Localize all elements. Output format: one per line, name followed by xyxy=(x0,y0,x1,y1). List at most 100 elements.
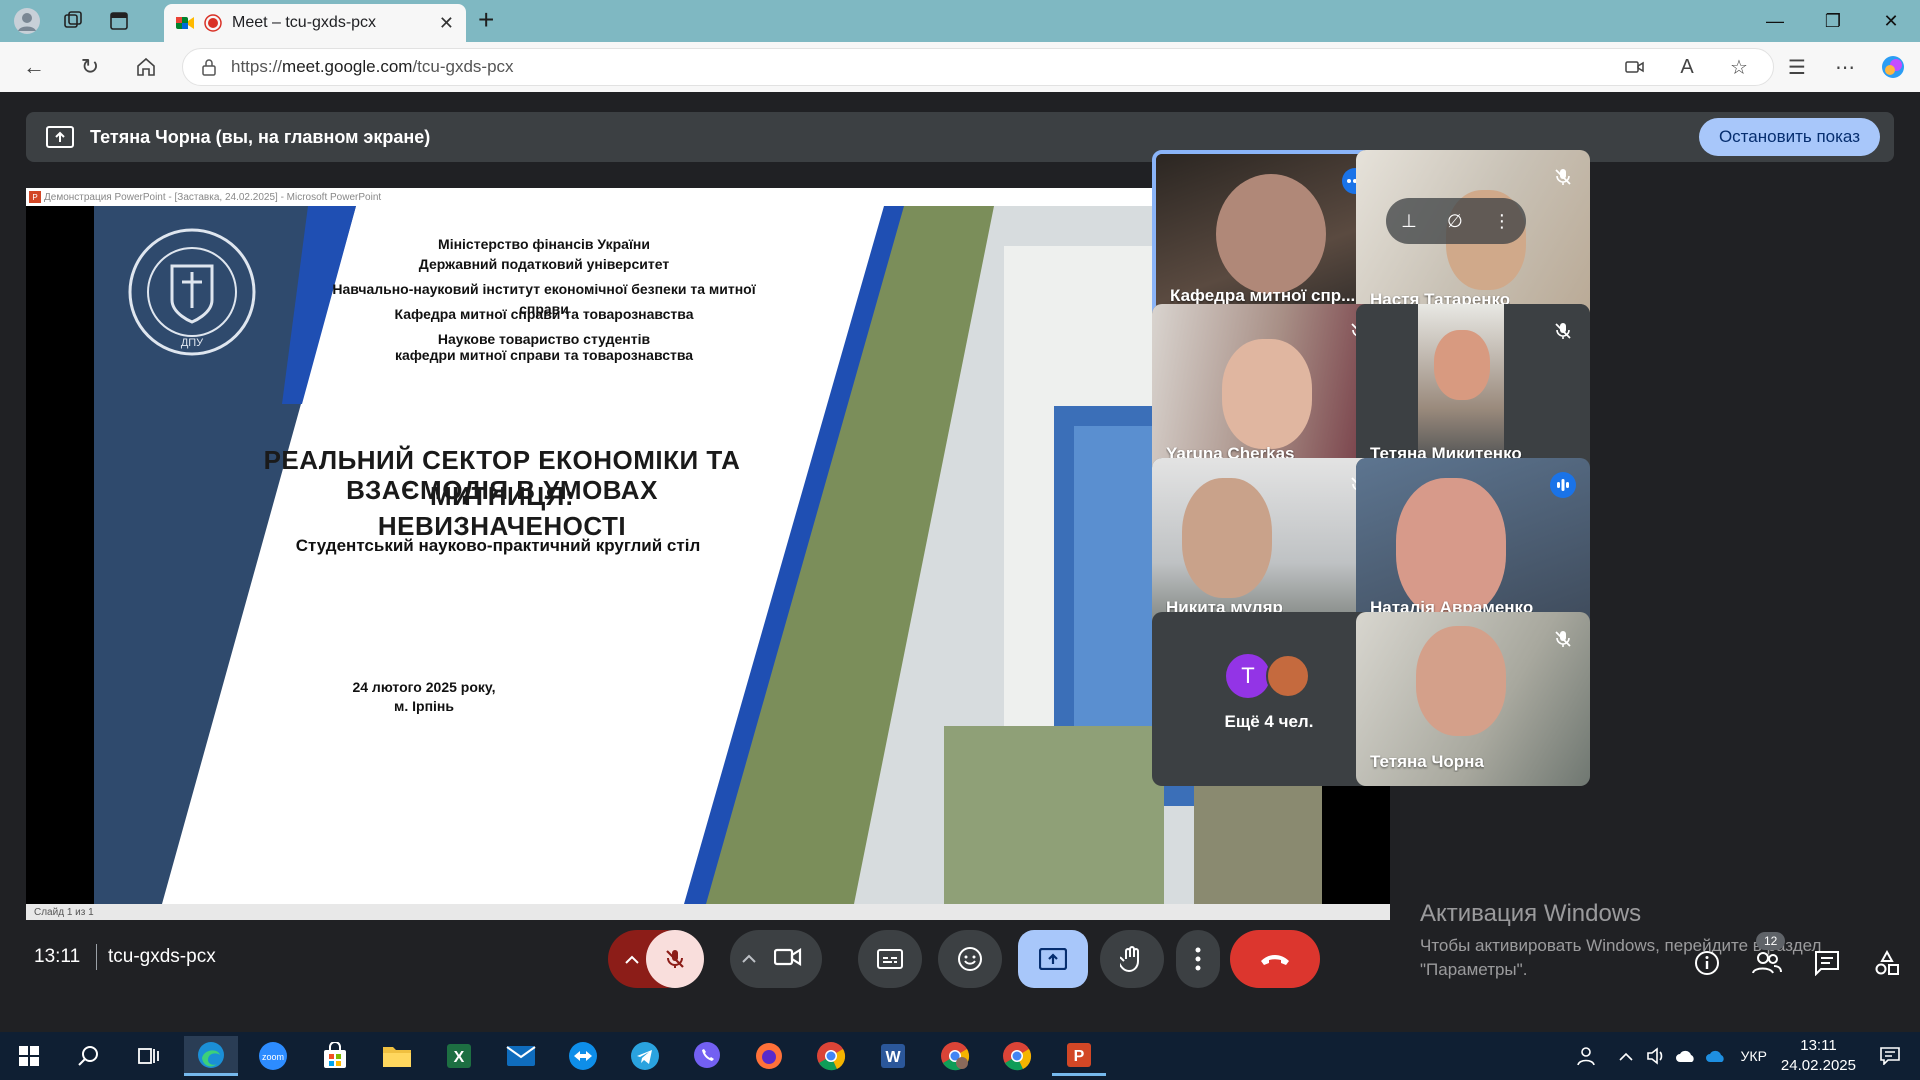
favorites-icon[interactable]: ☰ xyxy=(1776,46,1818,88)
reactions-button[interactable] xyxy=(938,930,1002,988)
windows-taskbar: zoom X W P УКР 13:11 24.02.2025 xyxy=(0,1032,1920,1080)
close-tab-icon[interactable]: ✕ xyxy=(439,13,454,34)
video-options-chevron-icon[interactable] xyxy=(742,950,756,968)
recording-icon xyxy=(204,14,222,32)
captions-icon xyxy=(877,949,903,969)
active-tab[interactable]: Meet – tcu-gxds-pcx ✕ xyxy=(164,4,466,42)
slide-city: м. Ірпінь xyxy=(394,698,454,714)
store-taskbar-icon[interactable] xyxy=(308,1036,362,1076)
profile-icon[interactable] xyxy=(8,2,46,40)
mic-off-icon xyxy=(1550,318,1576,344)
speaking-indicator-icon xyxy=(1550,472,1576,498)
leave-call-button[interactable] xyxy=(1230,930,1320,988)
lock-icon[interactable] xyxy=(201,58,217,76)
participant-tile[interactable]: Тетяна Микитенко xyxy=(1356,304,1590,478)
onedrive-blue-icon[interactable] xyxy=(1701,1049,1731,1063)
emoji-icon xyxy=(958,947,982,971)
more-participants-tile[interactable]: T Ещё 4 чел. xyxy=(1152,612,1386,786)
close-window-icon[interactable]: ✕ xyxy=(1862,0,1920,42)
hand-icon xyxy=(1120,946,1139,973)
powerpoint-taskbar-icon[interactable]: P xyxy=(1052,1036,1106,1076)
camera-toggle-button[interactable] xyxy=(773,947,802,972)
notifications-icon[interactable] xyxy=(1870,1047,1910,1065)
chrome-taskbar-icon[interactable] xyxy=(804,1036,858,1076)
windows-start-icon[interactable] xyxy=(2,1036,56,1076)
search-icon[interactable] xyxy=(62,1036,116,1076)
meeting-details-icon[interactable] xyxy=(1690,946,1724,980)
url-text: https://meet.google.com/tcu-gxds-pcx xyxy=(231,57,514,76)
chrome-profile-taskbar-icon[interactable] xyxy=(928,1036,982,1076)
favorite-star-icon[interactable]: ☆ xyxy=(1718,46,1760,88)
copilot-icon[interactable] xyxy=(1872,46,1914,88)
participant-tile[interactable]: Наталія Авраменко xyxy=(1356,458,1590,632)
tab-title: Meet – tcu-gxds-pcx xyxy=(232,14,377,31)
mic-control-group xyxy=(608,930,704,988)
hang-up-icon xyxy=(1261,955,1289,965)
meet-area: Тетяна Чорна (вы, на главном экране) Ост… xyxy=(6,94,1914,1026)
mail-taskbar-icon[interactable] xyxy=(494,1036,548,1076)
avatar: T xyxy=(1226,654,1270,698)
mic-off-icon xyxy=(666,950,684,968)
tab-actions-icon[interactable] xyxy=(100,2,138,40)
slide-date: 24 лютого 2025 року, xyxy=(352,679,496,695)
pin-icon[interactable]: ⊥ xyxy=(1401,211,1417,232)
file-explorer-taskbar-icon[interactable] xyxy=(370,1036,424,1076)
clock-date: 24.02.2025 xyxy=(1780,1057,1856,1074)
reload-icon[interactable]: ↻ xyxy=(68,45,112,89)
svg-text:P: P xyxy=(1074,1048,1085,1065)
present-screen-button[interactable] xyxy=(1018,930,1088,988)
camera-in-use-icon[interactable] xyxy=(1614,46,1656,88)
restore-icon[interactable]: ❐ xyxy=(1804,0,1862,42)
back-icon[interactable]: ← xyxy=(12,45,56,89)
show-hidden-icons-chevron-icon[interactable] xyxy=(1611,1052,1641,1061)
workspaces-icon[interactable] xyxy=(54,2,92,40)
tile-more-icon[interactable]: ⋮ xyxy=(1493,211,1511,232)
more-menu-icon[interactable]: ⋯ xyxy=(1824,46,1866,88)
participant-tile[interactable]: Кафедра митної спр... xyxy=(1152,150,1386,324)
captions-button[interactable] xyxy=(858,930,922,988)
new-tab-button[interactable]: + xyxy=(478,4,494,36)
present-screen-icon xyxy=(46,126,74,148)
telegram-taskbar-icon[interactable] xyxy=(618,1036,672,1076)
university-seal-icon: ДПУ xyxy=(128,228,256,356)
people-tray-icon[interactable] xyxy=(1569,1046,1603,1066)
raise-hand-button[interactable] xyxy=(1100,930,1164,988)
tile-hover-controls: ⊥ ∅ ⋮ xyxy=(1386,198,1526,244)
system-clock[interactable]: 13:11 24.02.2025 xyxy=(1781,1036,1856,1076)
more-vert-icon xyxy=(1195,947,1201,971)
more-options-button[interactable] xyxy=(1176,930,1220,988)
minimize-icon[interactable]: — xyxy=(1746,0,1804,42)
audio-options-chevron-icon[interactable] xyxy=(618,955,646,964)
stop-presenting-button[interactable]: Остановить показ xyxy=(1698,118,1880,156)
read-aloud-icon[interactable]: A xyxy=(1666,46,1708,88)
divider xyxy=(96,944,97,970)
presenting-banner: Тетяна Чорна (вы, на главном экране) Ост… xyxy=(26,112,1894,162)
firefox-taskbar-icon[interactable] xyxy=(742,1036,796,1076)
volume-icon[interactable] xyxy=(1641,1047,1671,1065)
participant-tile[interactable]: Никита муляр xyxy=(1152,458,1386,632)
slide-counter: Слайд 1 из 1 xyxy=(34,906,94,918)
task-view-icon[interactable] xyxy=(122,1036,176,1076)
onedrive-white-icon[interactable] xyxy=(1671,1049,1701,1063)
self-view-tile[interactable]: Тетяна Чорна xyxy=(1356,612,1590,786)
activation-title: Активация Windows xyxy=(1420,900,1642,927)
people-icon[interactable] xyxy=(1750,946,1784,980)
chrome-2-taskbar-icon[interactable] xyxy=(990,1036,1044,1076)
participant-tile[interactable]: ⊥ ∅ ⋮ Настя Татаренко xyxy=(1356,150,1590,324)
mic-toggle-button[interactable] xyxy=(646,930,704,988)
zoom-taskbar-icon[interactable]: zoom xyxy=(246,1036,300,1076)
edge-taskbar-icon[interactable] xyxy=(184,1036,238,1076)
teamviewer-taskbar-icon[interactable] xyxy=(556,1036,610,1076)
participant-tile[interactable]: Yaruna Cherkas xyxy=(1152,304,1386,478)
address-bar[interactable]: https://meet.google.com/tcu-gxds-pcx xyxy=(182,48,1774,86)
mute-participant-icon[interactable]: ∅ xyxy=(1447,211,1463,232)
viber-taskbar-icon[interactable] xyxy=(680,1036,734,1076)
activities-icon[interactable] xyxy=(1870,946,1904,980)
excel-taskbar-icon[interactable]: X xyxy=(432,1036,486,1076)
input-language[interactable]: УКР xyxy=(1741,1048,1767,1064)
slide-department: Кафедра митної справи та товарознавства xyxy=(394,306,694,322)
home-icon[interactable] xyxy=(124,45,168,89)
word-taskbar-icon[interactable]: W xyxy=(866,1036,920,1076)
slide-ministry: Міністерство фінансів України xyxy=(438,236,650,252)
chat-icon[interactable] xyxy=(1810,946,1844,980)
